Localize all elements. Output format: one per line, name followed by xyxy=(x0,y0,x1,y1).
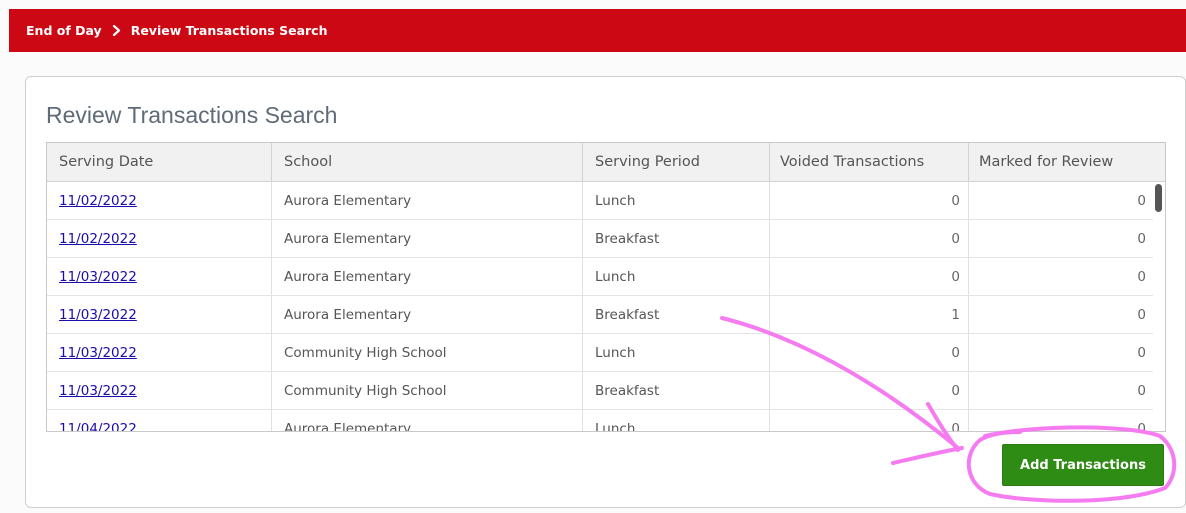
serving-date-link[interactable]: 11/03/2022 xyxy=(59,383,137,399)
scrollbar-thumb[interactable] xyxy=(1155,184,1162,212)
table-header: Serving Date School Serving Period Voide… xyxy=(47,143,1155,182)
review-transactions-card: Review Transactions Search Serving Date … xyxy=(25,76,1186,508)
serving-date-link[interactable]: 11/03/2022 xyxy=(59,269,137,285)
page-title: Review Transactions Search xyxy=(46,102,338,128)
cell-marked-for-review: 0 xyxy=(969,182,1155,219)
breadcrumb: End of Day Review Transactions Search xyxy=(9,9,1186,52)
cell-school: Aurora Elementary xyxy=(272,182,583,219)
column-header-school[interactable]: School xyxy=(272,143,583,181)
breadcrumb-current: Review Transactions Search xyxy=(130,23,328,38)
cell-school: Aurora Elementary xyxy=(272,410,583,431)
table-row[interactable]: 11/03/2022 Community High School Breakfast… xyxy=(47,372,1155,410)
serving-date-link[interactable]: 11/03/2022 xyxy=(59,345,137,361)
cell-school: Aurora Elementary xyxy=(272,220,583,257)
cell-marked-for-review: 0 xyxy=(969,410,1155,431)
cell-voided-transactions: 1 xyxy=(770,296,969,333)
cell-voided-transactions: 0 xyxy=(770,410,969,431)
cell-school: Community High School xyxy=(272,372,583,409)
cell-serving-period: Lunch xyxy=(583,182,770,219)
cell-serving-period: Breakfast xyxy=(583,220,770,257)
cell-voided-transactions: 0 xyxy=(770,220,969,257)
cell-school: Community High School xyxy=(272,334,583,371)
cell-voided-transactions: 0 xyxy=(770,182,969,219)
cell-serving-date: 11/02/2022 xyxy=(47,220,272,257)
add-transactions-button[interactable]: Add Transactions xyxy=(1002,444,1164,486)
cell-serving-date: 11/03/2022 xyxy=(47,258,272,295)
cell-marked-for-review: 0 xyxy=(969,258,1155,295)
table-body: 11/02/2022 Aurora Elementary Lunch 0 0 11/02/… xyxy=(47,182,1155,432)
table-row[interactable]: 11/03/2022 Aurora Elementary Breakfast 1 0 xyxy=(47,296,1155,334)
table-row[interactable]: 11/02/2022 Aurora Elementary Breakfast 0 0 xyxy=(47,220,1155,258)
cell-school: Aurora Elementary xyxy=(272,296,583,333)
table-scrollbar[interactable] xyxy=(1153,182,1165,431)
table-header-corner xyxy=(1153,143,1165,182)
serving-date-link[interactable]: 11/04/2022 xyxy=(59,421,137,432)
cell-serving-period: Breakfast xyxy=(583,372,770,409)
column-header-marked-for-review[interactable]: Marked for Review xyxy=(969,143,1155,181)
cell-serving-date: 11/04/2022 xyxy=(47,410,272,432)
cell-serving-date: 11/03/2022 xyxy=(47,372,272,409)
cell-marked-for-review: 0 xyxy=(969,296,1155,333)
column-header-voided-transactions[interactable]: Voided Transactions xyxy=(770,143,969,181)
cell-serving-period: Lunch xyxy=(583,258,770,295)
cell-voided-transactions: 0 xyxy=(770,334,969,371)
cell-voided-transactions: 0 xyxy=(770,258,969,295)
cell-voided-transactions: 0 xyxy=(770,372,969,409)
serving-date-link[interactable]: 11/02/2022 xyxy=(59,193,137,209)
cell-serving-period: Lunch xyxy=(583,410,770,431)
serving-date-link[interactable]: 11/02/2022 xyxy=(59,231,137,247)
cell-marked-for-review: 0 xyxy=(969,220,1155,257)
column-header-serving-date[interactable]: Serving Date xyxy=(47,143,272,181)
table-row[interactable]: 11/04/2022 Aurora Elementary Lunch 0 0 xyxy=(47,410,1155,432)
cell-serving-date: 11/03/2022 xyxy=(47,296,272,333)
cell-marked-for-review: 0 xyxy=(969,372,1155,409)
cell-marked-for-review: 0 xyxy=(969,334,1155,371)
cell-serving-period: Lunch xyxy=(583,334,770,371)
cell-serving-date: 11/02/2022 xyxy=(47,182,272,219)
table-row[interactable]: 11/03/2022 Community High School Lunch 0 0 xyxy=(47,334,1155,372)
breadcrumb-end-of-day[interactable]: End of Day xyxy=(26,23,102,38)
cell-school: Aurora Elementary xyxy=(272,258,583,295)
cell-serving-date: 11/03/2022 xyxy=(47,334,272,371)
transactions-table: Serving Date School Serving Period Voide… xyxy=(46,142,1166,432)
table-row[interactable]: 11/03/2022 Aurora Elementary Lunch 0 0 xyxy=(47,258,1155,296)
chevron-right-icon xyxy=(112,25,121,36)
column-header-serving-period[interactable]: Serving Period xyxy=(583,143,770,181)
page: End of Day Review Transactions Search Re… xyxy=(0,0,1186,513)
serving-date-link[interactable]: 11/03/2022 xyxy=(59,307,137,323)
table-row[interactable]: 11/02/2022 Aurora Elementary Lunch 0 0 xyxy=(47,182,1155,220)
cell-serving-period: Breakfast xyxy=(583,296,770,333)
